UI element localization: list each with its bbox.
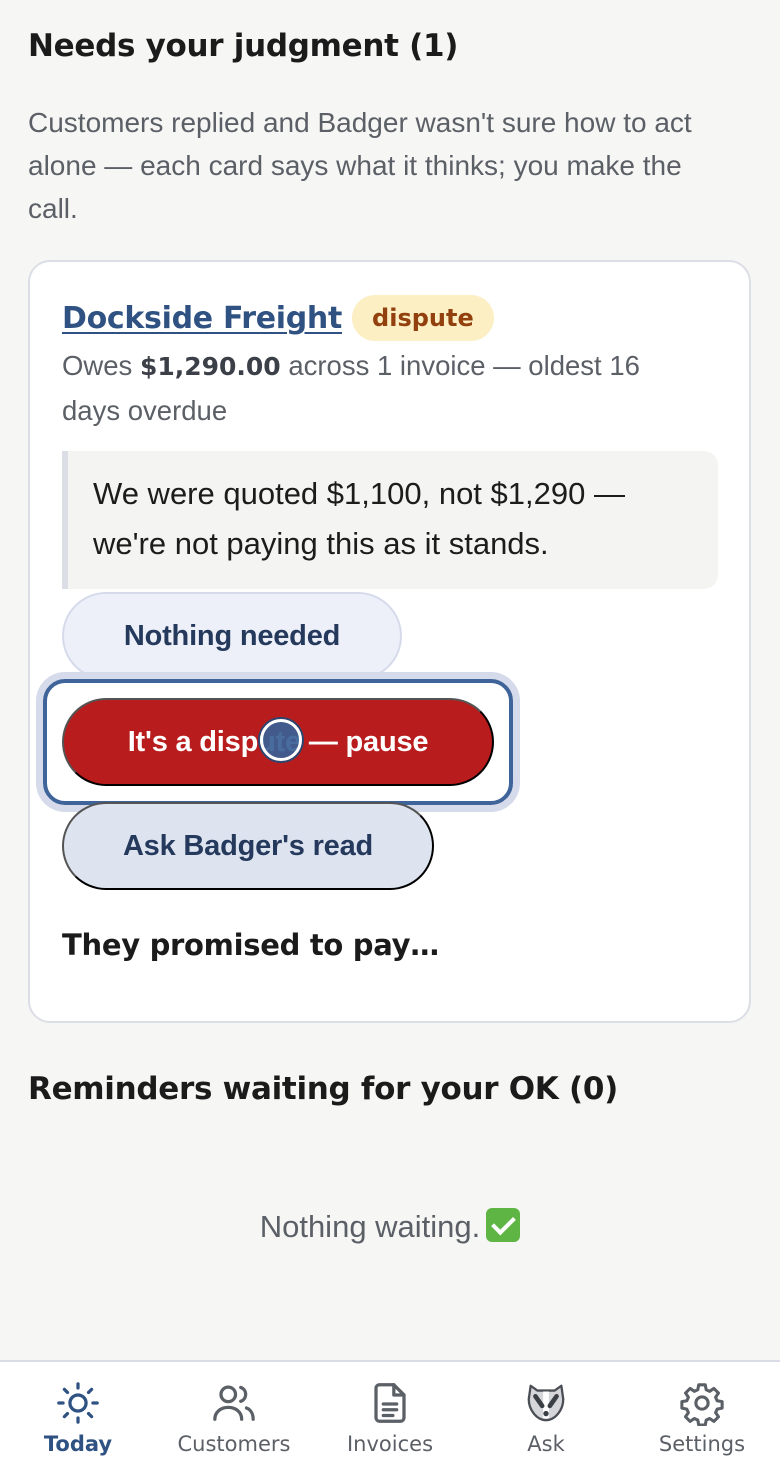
empty-state: Nothing waiting. [28,1208,752,1245]
customer-reply-quote: We were quoted $1,100, not $1,290 — we'r… [62,451,718,590]
empty-state-text: Nothing waiting. [259,1209,481,1245]
gear-icon [680,1383,724,1426]
promised-to-pay-heading: They promised to pay… [62,928,439,963]
tab-invoices[interactable]: Invoices [312,1362,468,1480]
ask-badger-button[interactable]: Ask Badger's read [62,802,434,891]
card-header: Dockside Freight dispute [62,294,717,342]
owes-summary: Owes $1,290.00 across 1 invoice — oldest… [62,344,702,433]
tab-today[interactable]: Today [0,1362,156,1480]
tab-settings[interactable]: Settings [624,1362,780,1480]
reminders-section-title: Reminders waiting for your OK (0) [28,1071,619,1108]
judgment-section-title: Needs your judgment (1) [28,28,459,64]
owes-amount: $1,290.00 [139,352,281,382]
tab-label: Settings [658,1432,746,1456]
tab-ask[interactable]: Ask [468,1362,624,1480]
judgment-intro: Customers replied and Badger wasn't sure… [28,107,692,225]
document-icon [374,1383,406,1423]
sun-icon [57,1382,99,1424]
customer-link[interactable]: Dockside Freight [62,301,342,336]
tab-label: Ask [527,1432,565,1456]
touch-cursor-indicator [260,719,302,762]
judgment-card: Dockside Freight dispute Owes $1,290.00 … [28,260,751,1024]
owes-prefix: Owes [62,350,140,382]
tab-customers[interactable]: Customers [156,1362,312,1480]
bottom-tab-bar: Today Customers Invoices Ask Settings [0,1360,780,1480]
tab-label: Today [43,1432,113,1456]
main-content: Needs your judgment (1) Customers replie… [0,0,780,1245]
users-icon [213,1385,255,1421]
tab-label: Invoices [346,1432,434,1456]
badger-icon [527,1384,565,1422]
status-badge: dispute [352,295,494,342]
check-mark-icon [486,1208,521,1243]
nothing-needed-button[interactable]: Nothing needed [62,592,402,681]
tab-label: Customers [177,1432,291,1456]
